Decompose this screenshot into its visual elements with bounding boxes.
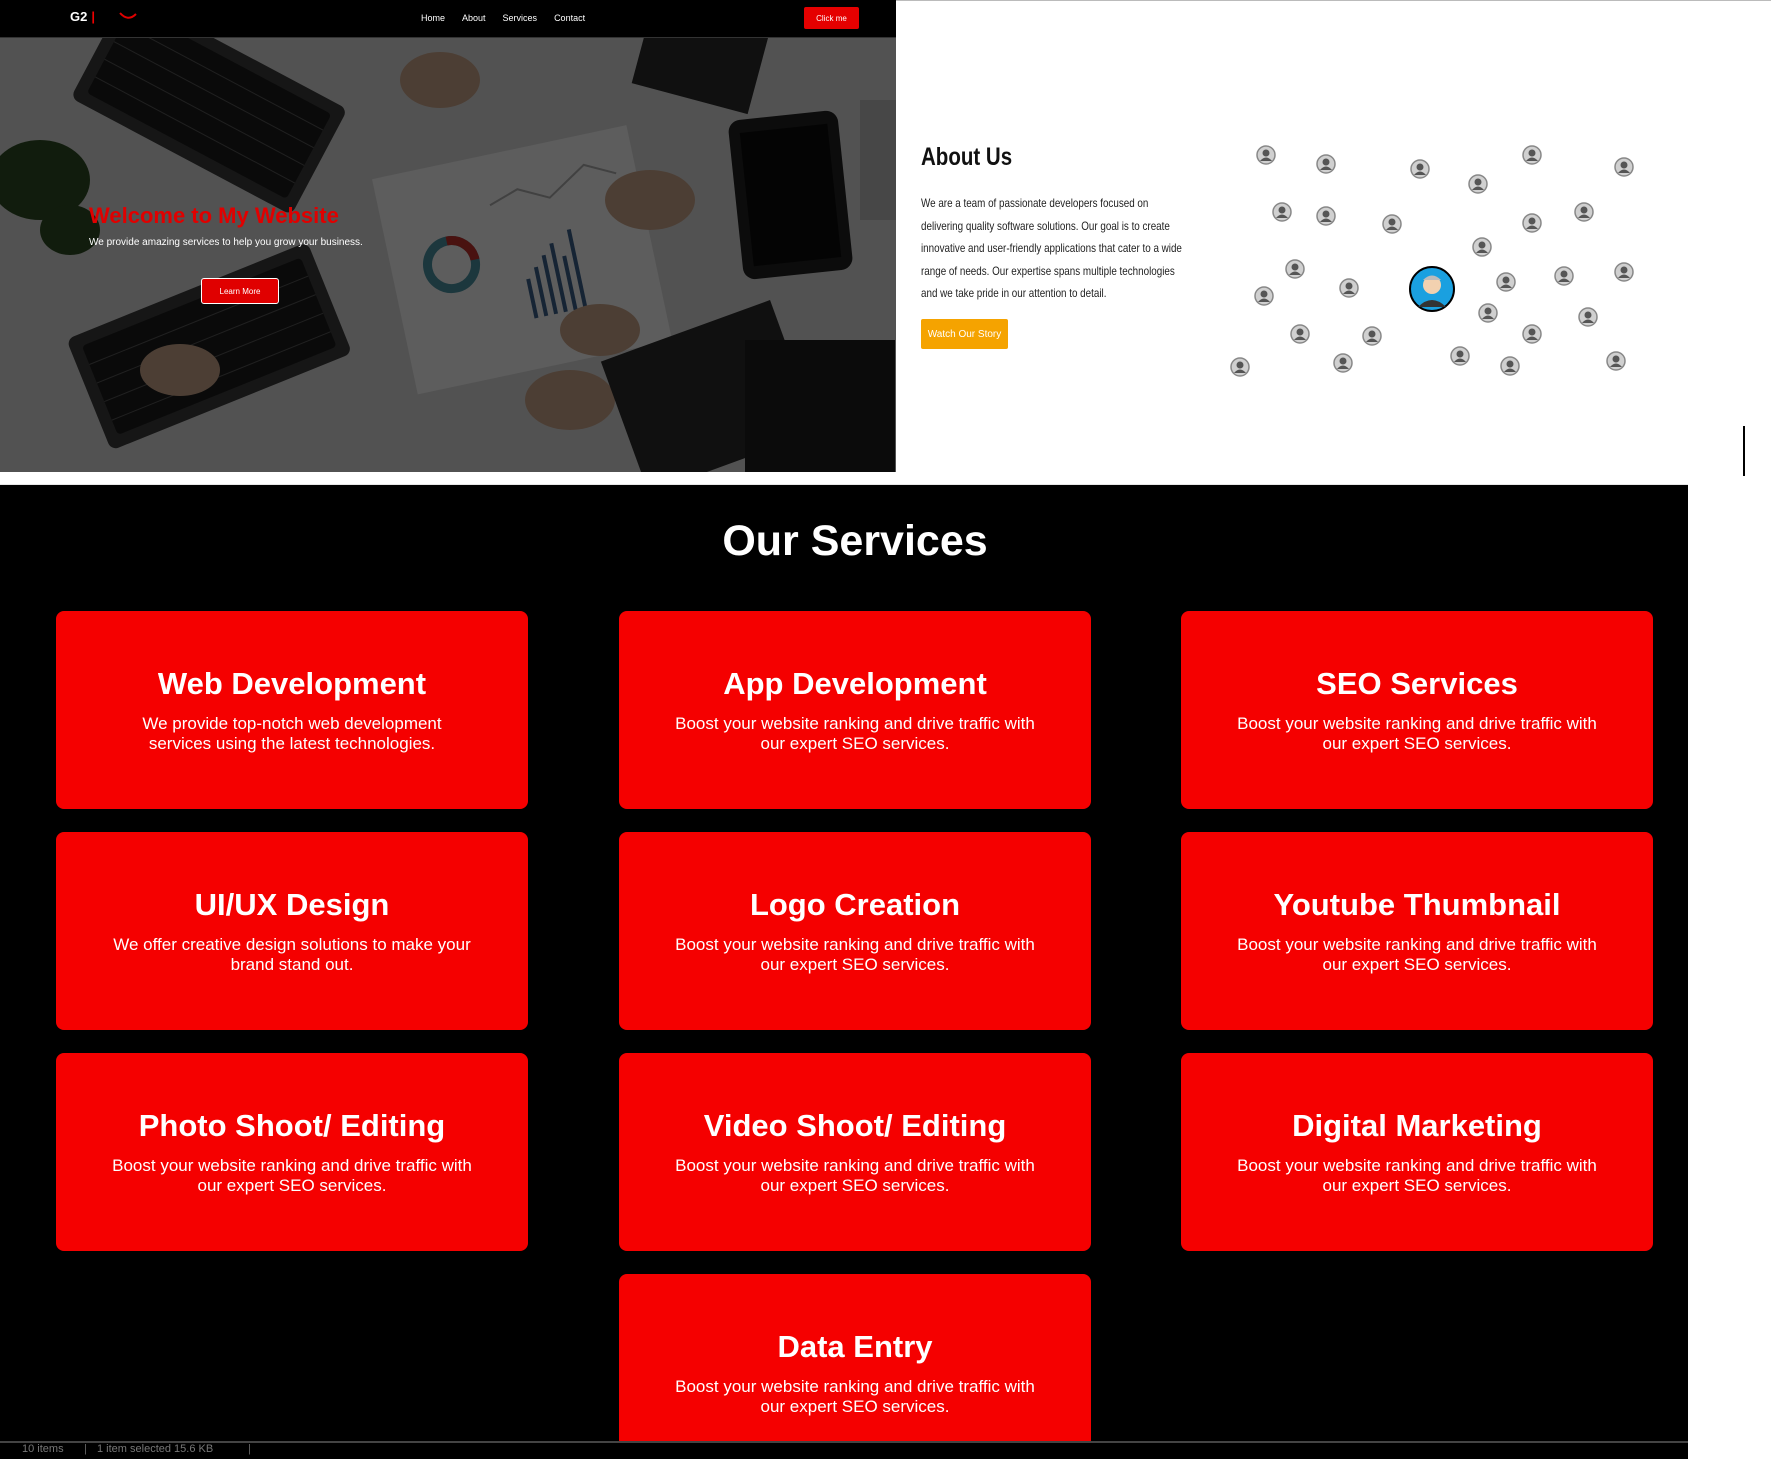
- person-icons: [1230, 145, 1634, 377]
- service-card-title: Video Shoot/ Editing: [703, 1108, 1007, 1143]
- service-card-video-shoot-editing[interactable]: Video Shoot/ Editing Boost your website …: [619, 1053, 1091, 1251]
- service-card-app-development[interactable]: App Development Boost your website ranki…: [619, 611, 1091, 809]
- service-card-data-entry[interactable]: Data Entry Boost your website ranking an…: [619, 1274, 1091, 1445]
- hero-dark-overlay: [0, 0, 896, 472]
- nav-links: Home About Services Contact: [421, 13, 585, 23]
- services-section: Our Services Web Development We provide …: [0, 484, 1688, 1445]
- service-card-title: Digital Marketing: [1292, 1108, 1542, 1143]
- click-me-button[interactable]: Click me: [804, 7, 859, 29]
- service-card-seo-services[interactable]: SEO Services Boost your website ranking …: [1181, 611, 1653, 809]
- service-card-web-development[interactable]: Web Development We provide top-notch web…: [56, 611, 528, 809]
- service-card-title: Logo Creation: [749, 887, 961, 922]
- service-card-title: Web Development: [157, 666, 427, 701]
- hero-section: G2 | Home About Services Contact Click me…: [0, 0, 896, 472]
- service-card-title: Youtube Thumbnail: [1273, 887, 1561, 922]
- about-section: About Us We are a team of passionate dev…: [896, 0, 1771, 472]
- services-title: Our Services: [722, 517, 988, 565]
- nav-link-home[interactable]: Home: [421, 13, 445, 23]
- service-card-description: Boost your website ranking and drive tra…: [1237, 1156, 1597, 1195]
- service-card-title: SEO Services: [1316, 666, 1518, 701]
- service-card-ui-ux-design[interactable]: UI/UX Design We offer creative design so…: [56, 832, 528, 1030]
- service-card-title: UI/UX Design: [194, 887, 390, 922]
- status-item-count: 10 items: [22, 1443, 64, 1455]
- service-card-title: App Development: [723, 666, 987, 701]
- nav-link-contact[interactable]: Contact: [554, 13, 585, 23]
- logo-bar: |: [91, 9, 95, 24]
- service-card-title: Data Entry: [777, 1329, 933, 1364]
- text-cursor: [1743, 426, 1745, 476]
- watch-our-story-button[interactable]: Watch Our Story: [921, 319, 1008, 349]
- explorer-status-bar: 10 items | 1 item selected 15.6 KB |: [0, 1441, 1688, 1459]
- hero-subtitle: We provide amazing services to help you …: [89, 237, 363, 248]
- people-network-illustration: [1230, 145, 1634, 377]
- about-title: About Us: [921, 143, 1013, 171]
- service-card-digital-marketing[interactable]: Digital Marketing Boost your website ran…: [1181, 1053, 1653, 1251]
- service-card-photo-shoot-editing[interactable]: Photo Shoot/ Editing Boost your website …: [56, 1053, 528, 1251]
- service-card-description: Boost your website ranking and drive tra…: [675, 1377, 1035, 1416]
- service-card-description: We provide top-notch web development ser…: [142, 714, 442, 753]
- about-text: We are a team of passionate developers f…: [921, 196, 1182, 300]
- service-card-description: Boost your website ranking and drive tra…: [1237, 714, 1597, 753]
- service-card-logo-creation[interactable]: Logo Creation Boost your website ranking…: [619, 832, 1091, 1030]
- status-divider: |: [84, 1443, 87, 1455]
- navbar: G2 | Home About Services Contact Click me: [0, 0, 896, 38]
- logo[interactable]: G2 |: [70, 9, 95, 24]
- status-divider: |: [248, 1443, 251, 1455]
- service-card-description: Boost your website ranking and drive tra…: [1237, 935, 1597, 974]
- service-card-description: Boost your website ranking and drive tra…: [112, 1156, 472, 1195]
- service-card-title: Photo Shoot/ Editing: [138, 1108, 446, 1143]
- learn-more-button[interactable]: Learn More: [201, 278, 279, 304]
- service-card-description: Boost your website ranking and drive tra…: [675, 935, 1035, 974]
- nav-link-about[interactable]: About: [462, 13, 486, 23]
- service-card-description: We offer creative design solutions to ma…: [113, 935, 471, 974]
- service-card-description: Boost your website ranking and drive tra…: [675, 1156, 1035, 1195]
- service-card-youtube-thumbnail[interactable]: Youtube Thumbnail Boost your website ran…: [1181, 832, 1653, 1030]
- logo-text: G2: [70, 9, 88, 24]
- hero-title: Welcome to My Website: [89, 203, 339, 228]
- central-person-icon: [1409, 266, 1455, 312]
- status-selection: 1 item selected 15.6 KB: [97, 1443, 214, 1455]
- logo-swoosh-icon: [119, 12, 137, 19]
- nav-link-services[interactable]: Services: [503, 13, 538, 23]
- service-card-description: Boost your website ranking and drive tra…: [675, 714, 1035, 753]
